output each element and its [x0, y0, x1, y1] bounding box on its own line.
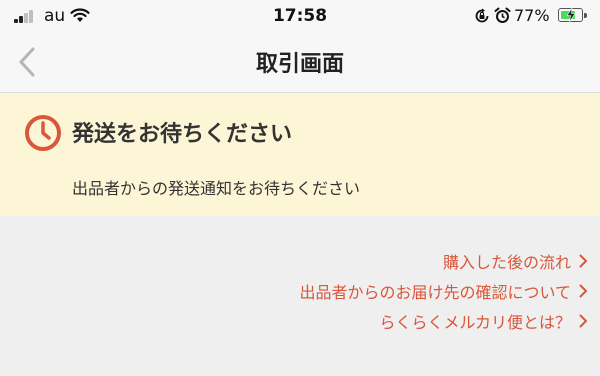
battery-tip [584, 13, 587, 18]
chevron-right-icon [579, 284, 587, 298]
link-address-confirmation[interactable]: 出品者からのお届け先の確認について [299, 276, 588, 306]
link-purchase-flow[interactable]: 購入した後の流れ [299, 246, 588, 276]
chevron-right-icon [579, 314, 587, 328]
link-label: らくらくメルカリ便とは？ [379, 313, 571, 332]
page-title: 取引画面 [255, 52, 344, 77]
battery-charging-icon [558, 8, 583, 22]
rotation-lock-icon [474, 8, 490, 28]
shipping-status-banner: 発送をお待ちください 出品者からの発送通知をお待ちください [0, 93, 600, 216]
status-bar: au 17:58 77% [0, 0, 600, 32]
clock-icon [25, 115, 61, 151]
battery-percent: 77% [514, 6, 550, 25]
link-label: 購入した後の流れ [442, 253, 571, 272]
banner-title: 発送をお待ちください [72, 122, 293, 147]
link-label: 出品者からのお届け先の確認について [299, 283, 571, 302]
alarm-icon [494, 7, 511, 28]
navigation-bar: 取引画面 [0, 32, 600, 93]
chevron-right-icon [579, 254, 587, 268]
help-links: 購入した後の流れ 出品者からのお届け先の確認について らくらくメルカリ便とは？ [299, 246, 588, 336]
banner-subtitle: 出品者からの発送通知をお待ちください [72, 179, 361, 198]
link-rakuraku-mercari[interactable]: らくらくメルカリ便とは？ [299, 306, 588, 336]
